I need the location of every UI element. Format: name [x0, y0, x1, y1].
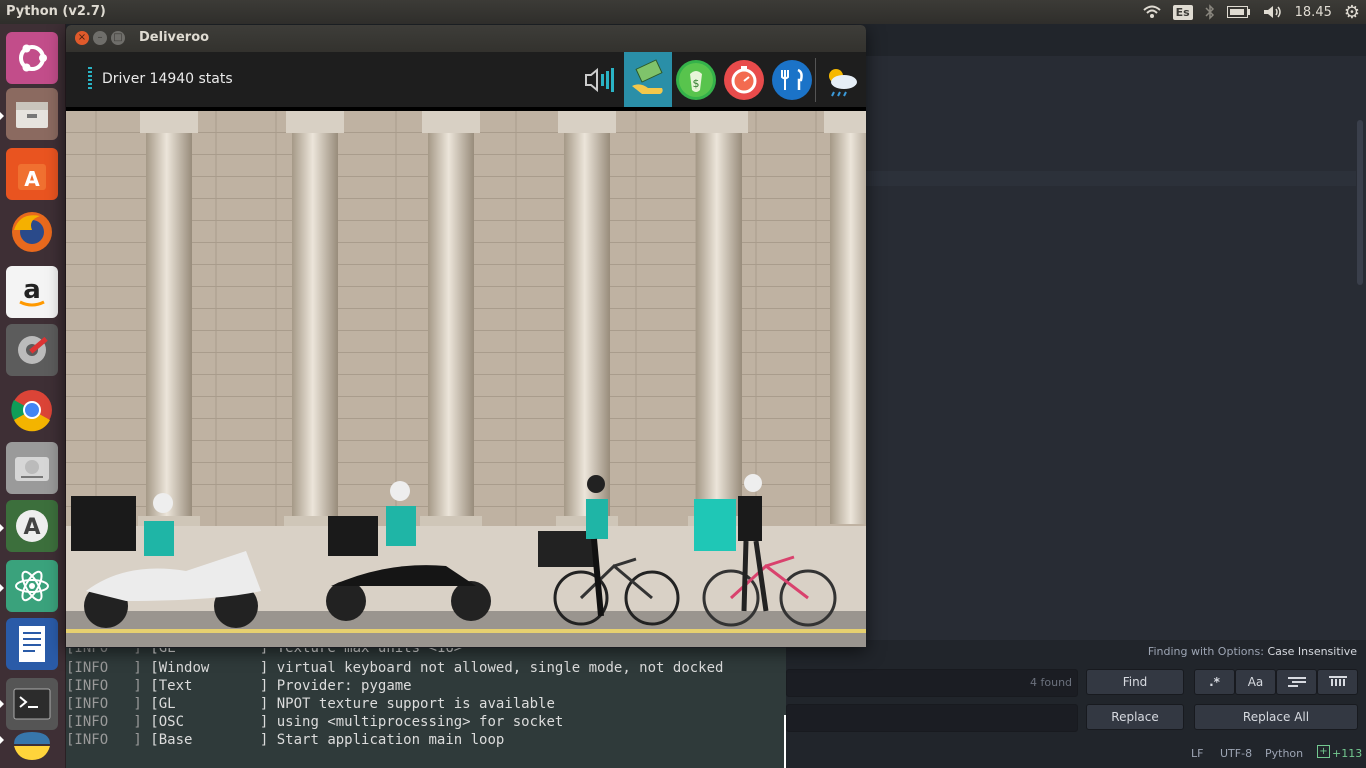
- running-indicator: [0, 736, 4, 744]
- battery-icon[interactable]: [1226, 0, 1251, 24]
- window-title-bar[interactable]: × – □ Deliveroo: [66, 25, 866, 52]
- running-indicator: [0, 524, 4, 532]
- header-divider: [815, 58, 816, 102]
- editor-scrollbar[interactable]: [1357, 120, 1363, 285]
- disk-icon[interactable]: [6, 442, 58, 494]
- active-app-title: Python (v2.7): [6, 4, 106, 19]
- launcher: A a A: [0, 24, 66, 768]
- find-options-value: Case Insensitive: [1267, 645, 1357, 658]
- window-title: Deliveroo: [139, 30, 210, 45]
- app-header: Driver 14940 stats $: [66, 52, 866, 107]
- git-plus-icon: +: [1317, 745, 1330, 758]
- driver-stats-label: Driver 14940 stats: [102, 71, 233, 87]
- replace-all-button[interactable]: Replace All: [1194, 704, 1358, 730]
- terminal-icon[interactable]: [6, 678, 58, 730]
- files-icon[interactable]: [6, 88, 58, 140]
- replace-button[interactable]: Replace: [1086, 704, 1184, 730]
- volume-icon[interactable]: [580, 60, 620, 100]
- amazon-icon[interactable]: a: [6, 266, 58, 318]
- software-updater-icon[interactable]: A: [6, 500, 58, 552]
- menu-icon[interactable]: [88, 67, 92, 89]
- svg-text:A: A: [23, 515, 40, 540]
- deliveroo-window: × – □ Deliveroo Driver 14940 stats $: [66, 25, 866, 647]
- terminal-log[interactable]: [INFO ] [GL ] Texture max units <16> [IN…: [66, 648, 786, 768]
- whole-word-toggle[interactable]: [1317, 669, 1358, 695]
- keyboard-layout-indicator[interactable]: Es: [1172, 0, 1193, 24]
- close-icon[interactable]: ×: [75, 31, 89, 45]
- find-button[interactable]: Find: [1086, 669, 1184, 695]
- wifi-icon[interactable]: [1142, 0, 1161, 24]
- system-settings-icon[interactable]: [6, 324, 58, 376]
- maximize-icon[interactable]: □: [111, 31, 125, 45]
- log-line: [INFO ] [Base ] Start application main l…: [66, 732, 505, 748]
- grammar-status[interactable]: Python: [1265, 747, 1303, 760]
- selection-icon: [1287, 677, 1306, 687]
- log-line: [INFO ] [OSC ] using <multiprocessing> f…: [66, 714, 564, 730]
- running-indicator: [0, 584, 4, 592]
- gear-icon[interactable]: ⚙: [1344, 0, 1360, 24]
- firefox-icon[interactable]: [6, 206, 58, 258]
- svg-text:a: a: [23, 275, 41, 305]
- line-ending-status[interactable]: LF: [1191, 747, 1203, 760]
- system-tray: Es 18.45 ⚙: [1137, 0, 1366, 24]
- svg-text:A: A: [24, 167, 40, 191]
- volume-icon[interactable]: [1263, 0, 1283, 24]
- restaurant-icon[interactable]: [772, 60, 812, 100]
- timer-icon[interactable]: [724, 60, 764, 100]
- money-icon[interactable]: $: [676, 60, 716, 100]
- terminal-cursor: [784, 715, 786, 768]
- find-options-prefix: Finding with Options:: [1147, 645, 1264, 658]
- atom-icon[interactable]: [6, 560, 58, 612]
- selection-only-toggle[interactable]: [1276, 669, 1317, 695]
- clock[interactable]: 18.45: [1295, 0, 1332, 24]
- running-indicator: [0, 112, 4, 120]
- svg-text:$: $: [693, 77, 700, 90]
- python-icon[interactable]: [6, 724, 58, 768]
- find-options-label: Finding with Options: Case Insensitive: [1148, 645, 1357, 658]
- chrome-icon[interactable]: [6, 384, 58, 436]
- writer-icon[interactable]: [6, 618, 58, 670]
- minimize-icon[interactable]: –: [93, 31, 107, 45]
- running-indicator: [0, 700, 4, 708]
- weather-icon[interactable]: [820, 60, 860, 100]
- status-bar: LF UTF-8 Python + +113: [786, 740, 1366, 768]
- deliveroo-riders-photo: [66, 111, 866, 647]
- replace-input[interactable]: [786, 704, 1078, 732]
- editor-line-highlight: [866, 171, 1356, 186]
- encoding-status[interactable]: UTF-8: [1220, 747, 1252, 760]
- bluetooth-icon[interactable]: [1205, 0, 1215, 24]
- payment-icon: [632, 59, 663, 94]
- software-center-icon[interactable]: A: [6, 148, 58, 200]
- git-changes-count[interactable]: +113: [1332, 747, 1362, 760]
- find-result-count: 4 found: [1030, 676, 1073, 689]
- case-sensitive-toggle[interactable]: Aa: [1235, 669, 1276, 695]
- log-line: [INFO ] [GL ] NPOT texture support is av…: [66, 696, 555, 712]
- payment-tab[interactable]: [624, 52, 672, 107]
- log-line: [INFO ] [GL ] Texture max units <16>: [66, 648, 463, 656]
- log-line: [INFO ] [Window ] virtual keyboard not a…: [66, 660, 724, 676]
- regex-toggle[interactable]: .*: [1194, 669, 1235, 695]
- ubuntu-dash-icon[interactable]: [6, 32, 58, 84]
- log-line: [INFO ] [Text ] Provider: pygame: [66, 678, 412, 694]
- whole-word-icon: [1328, 676, 1347, 686]
- top-panel: Python (v2.7) Es 18.45 ⚙: [0, 0, 1366, 24]
